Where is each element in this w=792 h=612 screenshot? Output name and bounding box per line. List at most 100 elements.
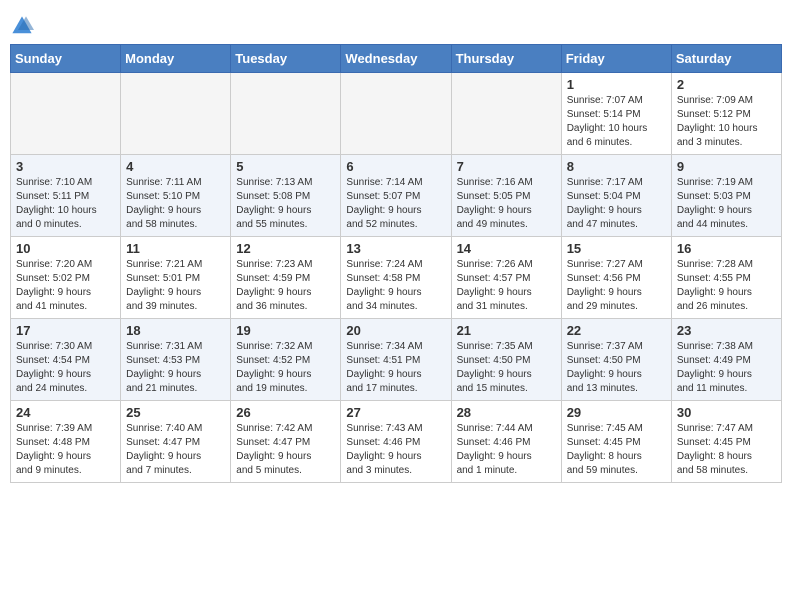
calendar-cell: 29 Sunrise: 7:45 AM Sunset: 4:45 PM Dayli… (561, 401, 671, 483)
calendar-cell: 10 Sunrise: 7:20 AM Sunset: 5:02 PM Dayli… (11, 237, 121, 319)
calendar-week-row: 3 Sunrise: 7:10 AM Sunset: 5:11 PM Daylig… (11, 155, 782, 237)
day-info: Sunrise: 7:43 AM Sunset: 4:46 PM Dayligh… (346, 422, 445, 478)
day-number: 14 (457, 241, 556, 256)
calendar-cell: 22 Sunrise: 7:37 AM Sunset: 4:50 PM Dayli… (561, 319, 671, 401)
day-info: Sunrise: 7:37 AM Sunset: 4:50 PM Dayligh… (567, 340, 666, 396)
day-info: Sunrise: 7:17 AM Sunset: 5:04 PM Dayligh… (567, 176, 666, 232)
calendar-cell: 11 Sunrise: 7:21 AM Sunset: 5:01 PM Dayli… (121, 237, 231, 319)
day-info: Sunrise: 7:19 AM Sunset: 5:03 PM Dayligh… (677, 176, 776, 232)
calendar-cell: 21 Sunrise: 7:35 AM Sunset: 4:50 PM Dayli… (451, 319, 561, 401)
day-info: Sunrise: 7:45 AM Sunset: 4:45 PM Dayligh… (567, 422, 666, 478)
day-info: Sunrise: 7:09 AM Sunset: 5:12 PM Dayligh… (677, 94, 776, 150)
calendar-header: SundayMondayTuesdayWednesdayThursdayFrid… (11, 45, 782, 73)
day-number: 12 (236, 241, 335, 256)
calendar-cell: 13 Sunrise: 7:24 AM Sunset: 4:58 PM Dayli… (341, 237, 451, 319)
day-info: Sunrise: 7:23 AM Sunset: 4:59 PM Dayligh… (236, 258, 335, 314)
calendar-cell (341, 73, 451, 155)
day-info: Sunrise: 7:31 AM Sunset: 4:53 PM Dayligh… (126, 340, 225, 396)
day-info: Sunrise: 7:40 AM Sunset: 4:47 PM Dayligh… (126, 422, 225, 478)
day-number: 20 (346, 323, 445, 338)
day-info: Sunrise: 7:44 AM Sunset: 4:46 PM Dayligh… (457, 422, 556, 478)
day-number: 17 (16, 323, 115, 338)
day-info: Sunrise: 7:21 AM Sunset: 5:01 PM Dayligh… (126, 258, 225, 314)
day-info: Sunrise: 7:26 AM Sunset: 4:57 PM Dayligh… (457, 258, 556, 314)
calendar-cell: 24 Sunrise: 7:39 AM Sunset: 4:48 PM Dayli… (11, 401, 121, 483)
calendar-cell: 30 Sunrise: 7:47 AM Sunset: 4:45 PM Dayli… (671, 401, 781, 483)
calendar-cell: 25 Sunrise: 7:40 AM Sunset: 4:47 PM Dayli… (121, 401, 231, 483)
day-number: 6 (346, 159, 445, 174)
calendar-cell: 8 Sunrise: 7:17 AM Sunset: 5:04 PM Daylig… (561, 155, 671, 237)
header-row: SundayMondayTuesdayWednesdayThursdayFrid… (11, 45, 782, 73)
day-info: Sunrise: 7:24 AM Sunset: 4:58 PM Dayligh… (346, 258, 445, 314)
day-info: Sunrise: 7:28 AM Sunset: 4:55 PM Dayligh… (677, 258, 776, 314)
logo-icon (10, 14, 34, 38)
calendar-cell: 5 Sunrise: 7:13 AM Sunset: 5:08 PM Daylig… (231, 155, 341, 237)
day-number: 3 (16, 159, 115, 174)
calendar-week-row: 17 Sunrise: 7:30 AM Sunset: 4:54 PM Dayli… (11, 319, 782, 401)
calendar-cell: 17 Sunrise: 7:30 AM Sunset: 4:54 PM Dayli… (11, 319, 121, 401)
day-info: Sunrise: 7:30 AM Sunset: 4:54 PM Dayligh… (16, 340, 115, 396)
weekday-header-friday: Friday (561, 45, 671, 73)
day-info: Sunrise: 7:13 AM Sunset: 5:08 PM Dayligh… (236, 176, 335, 232)
calendar-body: 1 Sunrise: 7:07 AM Sunset: 5:14 PM Daylig… (11, 73, 782, 483)
day-info: Sunrise: 7:10 AM Sunset: 5:11 PM Dayligh… (16, 176, 115, 232)
page-header (10, 10, 782, 38)
calendar-cell: 20 Sunrise: 7:34 AM Sunset: 4:51 PM Dayli… (341, 319, 451, 401)
calendar-cell: 27 Sunrise: 7:43 AM Sunset: 4:46 PM Dayli… (341, 401, 451, 483)
calendar-cell: 7 Sunrise: 7:16 AM Sunset: 5:05 PM Daylig… (451, 155, 561, 237)
calendar-week-row: 24 Sunrise: 7:39 AM Sunset: 4:48 PM Dayli… (11, 401, 782, 483)
day-number: 10 (16, 241, 115, 256)
day-number: 25 (126, 405, 225, 420)
day-info: Sunrise: 7:35 AM Sunset: 4:50 PM Dayligh… (457, 340, 556, 396)
day-info: Sunrise: 7:47 AM Sunset: 4:45 PM Dayligh… (677, 422, 776, 478)
weekday-header-wednesday: Wednesday (341, 45, 451, 73)
calendar-cell: 4 Sunrise: 7:11 AM Sunset: 5:10 PM Daylig… (121, 155, 231, 237)
calendar-cell: 28 Sunrise: 7:44 AM Sunset: 4:46 PM Dayli… (451, 401, 561, 483)
day-number: 1 (567, 77, 666, 92)
day-number: 23 (677, 323, 776, 338)
day-number: 27 (346, 405, 445, 420)
weekday-header-monday: Monday (121, 45, 231, 73)
day-info: Sunrise: 7:34 AM Sunset: 4:51 PM Dayligh… (346, 340, 445, 396)
day-number: 18 (126, 323, 225, 338)
day-number: 24 (16, 405, 115, 420)
day-number: 5 (236, 159, 335, 174)
calendar-week-row: 1 Sunrise: 7:07 AM Sunset: 5:14 PM Daylig… (11, 73, 782, 155)
day-number: 30 (677, 405, 776, 420)
day-number: 4 (126, 159, 225, 174)
calendar-cell: 26Sunrise: 7:42 AM Sunset: 4:47 PM Dayli… (231, 401, 341, 483)
calendar-cell (11, 73, 121, 155)
day-number: 26 (236, 405, 335, 420)
calendar-cell (121, 73, 231, 155)
calendar-cell: 3 Sunrise: 7:10 AM Sunset: 5:11 PM Daylig… (11, 155, 121, 237)
calendar-cell: 18 Sunrise: 7:31 AM Sunset: 4:53 PM Dayli… (121, 319, 231, 401)
calendar-cell: 15 Sunrise: 7:27 AM Sunset: 4:56 PM Dayli… (561, 237, 671, 319)
day-info: Sunrise: 7:07 AM Sunset: 5:14 PM Dayligh… (567, 94, 666, 150)
calendar-cell (451, 73, 561, 155)
calendar-cell: 9Sunrise: 7:19 AM Sunset: 5:03 PM Daylig… (671, 155, 781, 237)
day-info: Sunrise: 7:27 AM Sunset: 4:56 PM Dayligh… (567, 258, 666, 314)
day-info: Sunrise: 7:20 AM Sunset: 5:02 PM Dayligh… (16, 258, 115, 314)
day-number: 19 (236, 323, 335, 338)
calendar-cell: 23Sunrise: 7:38 AM Sunset: 4:49 PM Dayli… (671, 319, 781, 401)
day-info: Sunrise: 7:11 AM Sunset: 5:10 PM Dayligh… (126, 176, 225, 232)
day-number: 13 (346, 241, 445, 256)
day-number: 22 (567, 323, 666, 338)
day-number: 11 (126, 241, 225, 256)
calendar-cell: 16Sunrise: 7:28 AM Sunset: 4:55 PM Dayli… (671, 237, 781, 319)
calendar-cell: 2 Sunrise: 7:09 AM Sunset: 5:12 PM Daylig… (671, 73, 781, 155)
day-number: 8 (567, 159, 666, 174)
weekday-header-tuesday: Tuesday (231, 45, 341, 73)
day-number: 7 (457, 159, 556, 174)
day-number: 15 (567, 241, 666, 256)
day-number: 21 (457, 323, 556, 338)
weekday-header-thursday: Thursday (451, 45, 561, 73)
day-number: 28 (457, 405, 556, 420)
day-number: 2 (677, 77, 776, 92)
day-number: 29 (567, 405, 666, 420)
calendar-cell: 19Sunrise: 7:32 AM Sunset: 4:52 PM Dayli… (231, 319, 341, 401)
day-info: Sunrise: 7:39 AM Sunset: 4:48 PM Dayligh… (16, 422, 115, 478)
day-info: Sunrise: 7:16 AM Sunset: 5:05 PM Dayligh… (457, 176, 556, 232)
logo (10, 14, 36, 38)
weekday-header-saturday: Saturday (671, 45, 781, 73)
